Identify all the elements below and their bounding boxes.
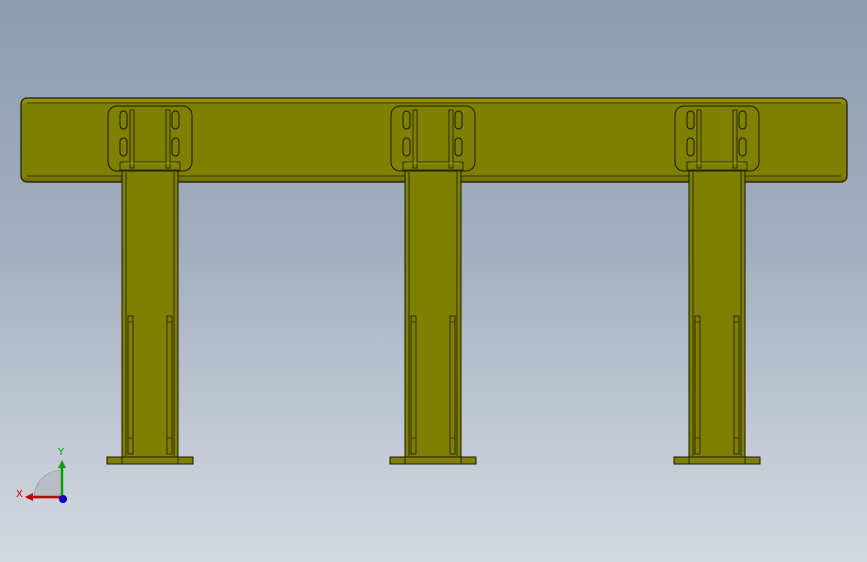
bracket-slot-hole <box>171 137 180 157</box>
bracket-slot-hole <box>686 137 695 157</box>
triad-x-arrow <box>25 493 33 501</box>
bracket-rib-left <box>696 109 702 169</box>
triad-y-label: Y <box>57 447 65 458</box>
bracket-rib-left <box>412 109 418 169</box>
triad-x-label: X <box>16 489 23 500</box>
axis-triad[interactable]: X Y <box>16 447 67 503</box>
post-stiffener-right <box>166 315 173 455</box>
post-1[interactable] <box>106 105 194 465</box>
bracket-slot-hole <box>454 110 463 130</box>
cad-viewport[interactable]: X Y <box>0 0 867 562</box>
post-3[interactable] <box>673 105 761 465</box>
bracket-slot-hole <box>402 110 411 130</box>
bracket-slot-hole <box>171 110 180 130</box>
bracket-slot-hole <box>119 110 128 130</box>
post-base-plate <box>389 456 477 465</box>
bracket-rib-right <box>732 109 738 169</box>
bracket-slot-hole <box>402 137 411 157</box>
bracket-slot-hole <box>738 137 747 157</box>
bracket-rib-right <box>165 109 171 169</box>
post-2[interactable] <box>389 105 477 465</box>
bracket-rib-right <box>448 109 454 169</box>
bracket-slot-hole <box>686 110 695 130</box>
post-base-plate <box>673 456 761 465</box>
post-stiffener-left <box>127 315 134 455</box>
triad-quarter-disc <box>33 469 63 499</box>
bracket-slot-hole <box>454 137 463 157</box>
bracket-rib-left <box>129 109 135 169</box>
post-base-plate <box>106 456 194 465</box>
post-stiffener-right <box>449 315 456 455</box>
triad-y-arrow <box>58 460 66 468</box>
post-stiffener-right <box>733 315 740 455</box>
bracket-slot-hole <box>119 137 128 157</box>
post-stiffener-left <box>410 315 417 455</box>
triad-z-axis-dot <box>59 495 67 503</box>
post-stiffener-left <box>694 315 701 455</box>
bracket-slot-hole <box>738 110 747 130</box>
